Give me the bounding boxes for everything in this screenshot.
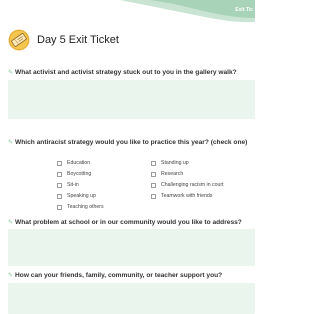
checkbox[interactable] xyxy=(57,160,62,166)
option-speaking-up[interactable]: Speaking up xyxy=(57,193,96,199)
option-label: Speaking up xyxy=(67,193,96,199)
option-label: Challenging racism in court xyxy=(161,182,224,188)
option-label: Teaching others xyxy=(67,204,104,210)
page-title: Day 5 Exit Ticket xyxy=(37,34,119,46)
pencil-icon: ✎ xyxy=(8,220,14,226)
option-education[interactable]: Education xyxy=(57,160,90,166)
question-4: ✎ How can your friends, family, community… xyxy=(8,272,254,280)
pencil-icon: ✎ xyxy=(8,70,14,76)
option-label: Standing up xyxy=(161,160,189,166)
option-label: Boycotting xyxy=(67,171,92,177)
checkbox[interactable] xyxy=(57,182,62,188)
question-1: ✎ What activist and activist strategy stu… xyxy=(8,69,254,77)
option-research[interactable]: Research xyxy=(151,171,183,177)
option-label: Education xyxy=(67,160,91,166)
option-standing-up[interactable]: Standing up xyxy=(151,160,189,166)
header-banner: Exit Tic xyxy=(0,0,255,28)
checkbox[interactable] xyxy=(57,193,62,199)
option-sit-in[interactable]: Sit-in xyxy=(57,182,79,188)
checkbox[interactable] xyxy=(57,171,62,177)
ticket-icon xyxy=(8,29,30,51)
answer-box-4[interactable] xyxy=(8,283,255,314)
question-2-text: Which antiracist strategy would you like… xyxy=(15,139,248,146)
pencil-icon: ✎ xyxy=(8,273,14,279)
banner-wave xyxy=(120,0,255,23)
checkbox[interactable] xyxy=(151,193,156,199)
question-1-text: What activist and activist strategy stuc… xyxy=(15,69,237,76)
option-challenging-racism[interactable]: Challenging racism in court xyxy=(151,182,224,188)
question-3-text: What problem at school or in our communi… xyxy=(15,219,242,226)
question-4-text: How can your friends, family, community,… xyxy=(15,272,223,279)
checkbox[interactable] xyxy=(57,204,62,210)
answer-box-1[interactable] xyxy=(8,80,255,119)
option-label: Research xyxy=(161,171,184,177)
option-label: Sit-in xyxy=(67,182,79,188)
banner-label: Exit Tic xyxy=(235,7,253,13)
option-boycotting[interactable]: Boycotting xyxy=(57,171,91,177)
checkbox[interactable] xyxy=(151,171,156,177)
option-teamwork[interactable]: Teamwork with friends xyxy=(151,193,212,199)
checkbox[interactable] xyxy=(151,182,156,188)
question-2: ✎ Which antiracist strategy would you lik… xyxy=(8,139,254,147)
checkbox[interactable] xyxy=(151,160,156,166)
option-teaching-others[interactable]: Teaching others xyxy=(57,204,104,210)
option-label: Teamwork with friends xyxy=(161,193,213,199)
question-3: ✎ What problem at school or in our commun… xyxy=(8,219,254,227)
pencil-icon: ✎ xyxy=(8,140,14,146)
page-header: Day 5 Exit Ticket xyxy=(8,28,119,52)
answer-box-3[interactable] xyxy=(8,229,255,266)
